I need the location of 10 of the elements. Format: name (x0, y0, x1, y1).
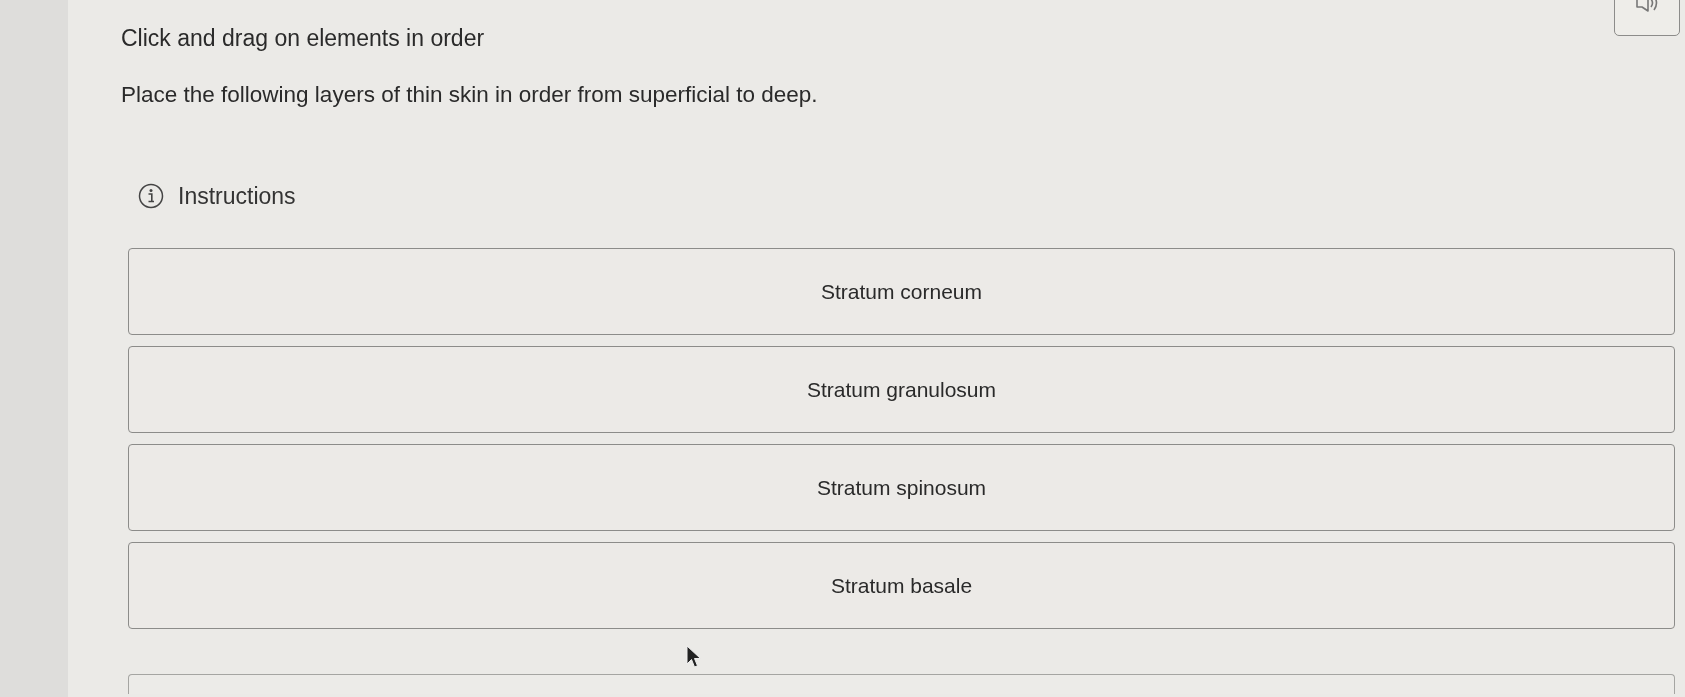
draggable-item[interactable]: Stratum basale (128, 542, 1675, 629)
audio-button[interactable] (1614, 0, 1680, 36)
info-icon[interactable] (138, 183, 164, 209)
draggable-item[interactable]: Stratum granulosum (128, 346, 1675, 433)
draggable-item[interactable]: Stratum spinosum (128, 444, 1675, 531)
draggable-item[interactable]: Stratum corneum (128, 248, 1675, 335)
question-prompt: Place the following layers of thin skin in order from superficial to deep. (121, 81, 818, 109)
instructions-link[interactable]: Instructions (178, 180, 296, 212)
mouse-pointer-icon (686, 645, 702, 669)
question-title: Click and drag on elements in order (121, 24, 485, 53)
